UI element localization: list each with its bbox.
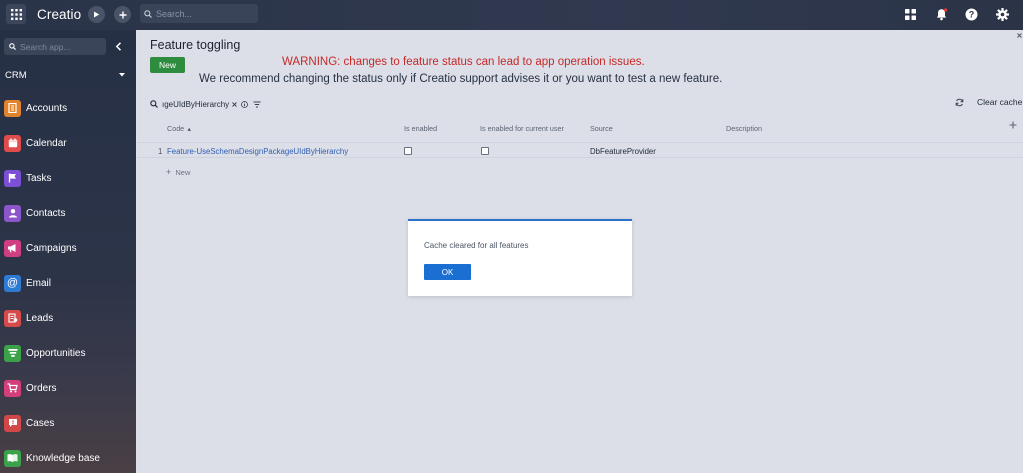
caret-down-icon (119, 73, 125, 77)
sidebar-item-leads[interactable]: Leads (4, 307, 132, 329)
filter-bar: ıgeUIdByHierarchy (150, 98, 261, 110)
new-button[interactable]: New (150, 57, 185, 73)
book-icon (4, 449, 21, 467)
calendar-icon (4, 134, 21, 152)
sidebar-item-label: Calendar (26, 137, 67, 149)
add-column-button[interactable] (1009, 121, 1017, 131)
sidebar-item-label: Accounts (26, 102, 68, 114)
gear-icon (995, 7, 1009, 21)
create-button[interactable] (114, 6, 131, 23)
person-icon (4, 204, 21, 222)
warning-message: WARNING: changes to feature status can l… (282, 56, 645, 68)
notifications-button[interactable] (933, 6, 949, 22)
clear-filter-icon[interactable] (232, 101, 237, 107)
column-header-is-enabled[interactable]: Is enabled (404, 124, 437, 133)
sort-asc-icon: ▲ (186, 127, 193, 133)
recommendation-message: We recommend changing the status only if… (199, 73, 723, 85)
dialog-message: Cache cleared for all features (424, 241, 529, 250)
add-row-label: New (175, 168, 191, 177)
row-index: 1 (158, 147, 163, 156)
sidebar-item-email[interactable]: @ Email (4, 272, 132, 294)
sidebar: CRM Accounts Calendar Tasks Contacts Cam… (0, 30, 136, 473)
flag-icon (4, 169, 21, 187)
table-row[interactable]: 1 Feature-UseSchemaDesignPackageUIdByHie… (137, 142, 1023, 158)
sidebar-item-label: Opportunities (26, 347, 86, 359)
sidebar-item-label: Cases (26, 417, 55, 429)
run-process-button[interactable] (88, 6, 105, 23)
column-header-code[interactable]: Code ▲ (167, 124, 192, 133)
filter-value[interactable]: ıgeUIdByHierarchy (162, 100, 229, 109)
sidebar-item-tasks[interactable]: Tasks (4, 167, 132, 189)
chat-alert-icon (4, 414, 21, 432)
sidebar-item-campaigns[interactable]: Campaigns (4, 237, 132, 259)
page-title: Feature toggling (150, 38, 241, 52)
clear-cache-label: Clear cache (977, 97, 1023, 107)
close-page-button[interactable] (1017, 31, 1022, 40)
column-label: Code (167, 124, 185, 133)
sidebar-item-label: Orders (26, 382, 57, 394)
cart-icon (4, 379, 21, 397)
grid-header: Code ▲ Is enabled Is enabled for current… (137, 120, 1023, 138)
help-icon: ? (965, 8, 977, 20)
apps-menu-button[interactable] (902, 6, 918, 22)
megaphone-icon (4, 239, 21, 257)
close-icon (1017, 33, 1022, 38)
info-icon[interactable] (241, 100, 249, 108)
sidebar-item-calendar[interactable]: Calendar (4, 132, 132, 154)
sidebar-item-label: Email (26, 277, 52, 289)
tiles-icon (904, 8, 916, 20)
sidebar-item-opportunities[interactable]: Opportunities (4, 342, 132, 364)
feature-code-link[interactable]: Feature-UseSchemaDesignPackageUIdByHiera… (167, 147, 348, 156)
funnel-icon (4, 344, 21, 362)
app-search-input[interactable] (20, 41, 100, 52)
plus-icon (119, 11, 126, 18)
leads-icon (4, 309, 21, 327)
sidebar-item-label: Contacts (26, 207, 66, 219)
workspace-selector[interactable]: CRM (5, 68, 125, 82)
sidebar-item-label: Leads (26, 312, 54, 324)
is-enabled-user-checkbox[interactable] (481, 147, 489, 155)
search-icon[interactable] (150, 100, 158, 108)
sidebar-item-accounts[interactable]: Accounts (4, 97, 132, 119)
plus-icon: + (166, 167, 172, 177)
accounts-icon (4, 99, 21, 117)
workspace-label: CRM (5, 69, 27, 81)
clear-cache-button[interactable]: Clear cache (955, 97, 1022, 107)
grid-icon (10, 8, 22, 20)
ok-button[interactable]: OK (424, 264, 471, 280)
add-row-button[interactable]: + New (166, 167, 190, 177)
sidebar-item-label: Knowledge base (26, 452, 100, 464)
play-icon (94, 11, 100, 18)
top-bar: Creatio ? (0, 0, 1023, 30)
sidebar-item-label: Campaigns (26, 242, 77, 254)
global-search-input[interactable] (156, 8, 251, 19)
collapse-sidebar-button[interactable] (112, 40, 124, 52)
app-logo: Creatio (37, 7, 82, 22)
search-icon (9, 43, 16, 50)
sidebar-item-contacts[interactable]: Contacts (4, 202, 132, 224)
sidebar-item-knowledge-base[interactable]: Knowledge base (4, 447, 132, 469)
chevron-left-icon (115, 41, 121, 51)
plus-icon (1009, 121, 1017, 129)
svg-text:?: ? (968, 9, 974, 19)
sidebar-item-orders[interactable]: Orders (4, 377, 132, 399)
app-search[interactable] (4, 38, 106, 55)
sidebar-item-label: Tasks (26, 172, 52, 184)
cache-cleared-dialog: Cache cleared for all features OK (408, 219, 632, 296)
sidebar-item-cases[interactable]: Cases (4, 412, 132, 434)
global-search[interactable] (140, 4, 258, 23)
bell-icon (936, 7, 947, 20)
refresh-icon (955, 98, 964, 106)
at-sign-icon: @ (4, 274, 21, 292)
column-header-description[interactable]: Description (726, 124, 762, 133)
app-grid-button[interactable] (6, 4, 26, 24)
column-header-source[interactable]: Source (590, 124, 613, 133)
settings-button[interactable] (994, 6, 1010, 22)
help-button[interactable]: ? (963, 6, 979, 22)
is-enabled-checkbox[interactable] (404, 147, 412, 155)
source-value: DbFeatureProvider (590, 147, 656, 156)
search-icon (144, 9, 152, 18)
column-header-is-enabled-user[interactable]: Is enabled for current user (480, 124, 564, 133)
filter-icon[interactable] (253, 101, 261, 108)
